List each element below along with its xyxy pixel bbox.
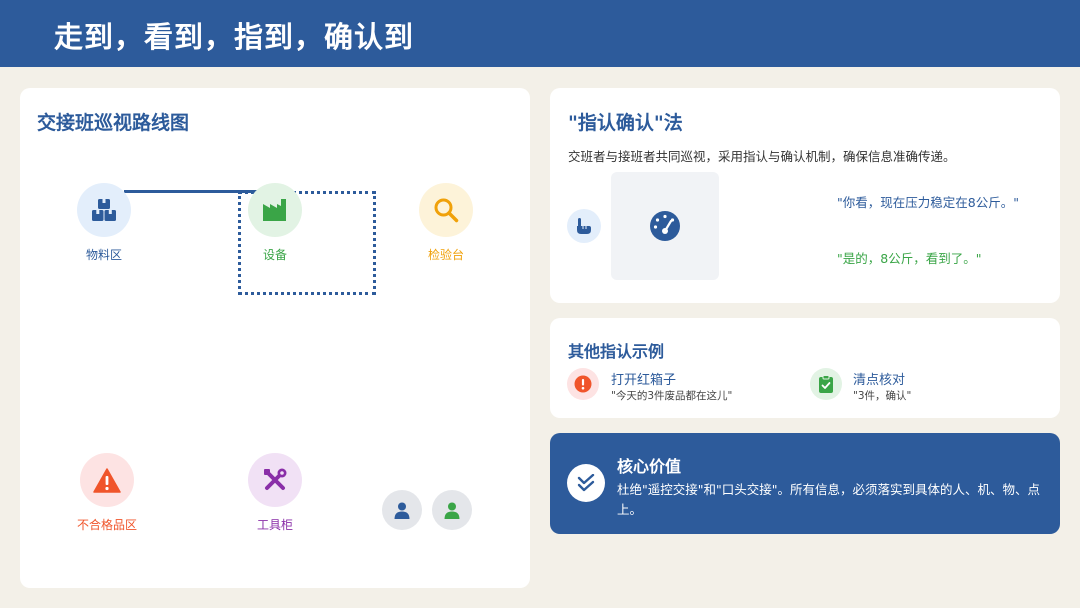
node-label: 不合格品区 bbox=[76, 518, 137, 532]
node-label: 工具柜 bbox=[256, 518, 293, 532]
node-label: 物料区 bbox=[85, 248, 122, 262]
node-inspection-table[interactable]: 检验台 bbox=[386, 183, 506, 263]
person-icon bbox=[444, 502, 460, 519]
node-label: 检验台 bbox=[427, 248, 464, 262]
tools-icon bbox=[248, 453, 302, 507]
gauge-icon bbox=[650, 211, 680, 241]
double-check-icon bbox=[567, 464, 605, 502]
avatar-receiving-person bbox=[432, 490, 472, 530]
avatar-handover-person bbox=[382, 490, 422, 530]
header-bar: 走到，看到，指到，确认到 bbox=[0, 0, 1080, 67]
warning-icon bbox=[80, 453, 134, 507]
method-description: 交班者与接班者共同巡视，采用指认与确认机制，确保信息准确传递。 bbox=[568, 149, 956, 164]
pressure-gauge-panel bbox=[611, 172, 719, 280]
examples-title: 其他指认示例 bbox=[568, 342, 665, 361]
page-title: 走到，看到，指到，确认到 bbox=[54, 20, 415, 54]
clipboard-check-icon bbox=[810, 368, 842, 400]
core-value-card: 核心价值 杜绝"遥控交接"和"口头交接"。所有信息，必须落实到具体的人、机、物、… bbox=[550, 433, 1060, 534]
exclamation-icon bbox=[567, 368, 599, 400]
core-value-title: 核心价值 bbox=[617, 457, 682, 476]
search-icon bbox=[419, 183, 473, 237]
node-nonconforming-area[interactable]: 不合格品区 bbox=[47, 453, 167, 533]
boxes-icon bbox=[77, 183, 131, 237]
route-map-panel: 交接班巡视路线图 物料区 设备 检验台 不合格品区 工具柜 bbox=[20, 88, 530, 588]
pointing-hand-icon bbox=[567, 209, 601, 243]
quote-handover: "你看，现在压力稳定在8公斤。" bbox=[837, 195, 1019, 210]
person-icon bbox=[394, 502, 410, 519]
node-material-area[interactable]: 物料区 bbox=[44, 183, 164, 263]
route-map-title: 交接班巡视路线图 bbox=[37, 112, 190, 134]
example-title: 清点核对 bbox=[853, 373, 906, 388]
example-subtitle: "今天的3件废品都在这儿" bbox=[611, 390, 733, 402]
confirmation-method-card: "指认确认"法 交班者与接班者共同巡视，采用指认与确认机制，确保信息准确传递。 … bbox=[550, 88, 1060, 303]
other-examples-card: 其他指认示例 打开红箱子 "今天的3件废品都在这儿" 清点核对 "3件，确认" bbox=[550, 318, 1060, 418]
core-value-description: 杜绝"遥控交接"和"口头交接"。所有信息，必须落实到具体的人、机、物、点上。 bbox=[617, 482, 1040, 517]
factory-icon bbox=[248, 183, 302, 237]
method-title: "指认确认"法 bbox=[568, 112, 683, 134]
node-equipment[interactable]: 设备 bbox=[215, 183, 335, 263]
example-subtitle: "3件，确认" bbox=[853, 390, 912, 402]
node-label: 设备 bbox=[262, 248, 287, 262]
node-tool-cabinet[interactable]: 工具柜 bbox=[215, 453, 335, 533]
quote-receiver: "是的，8公斤，看到了。" bbox=[837, 251, 982, 266]
example-title: 打开红箱子 bbox=[611, 373, 677, 388]
